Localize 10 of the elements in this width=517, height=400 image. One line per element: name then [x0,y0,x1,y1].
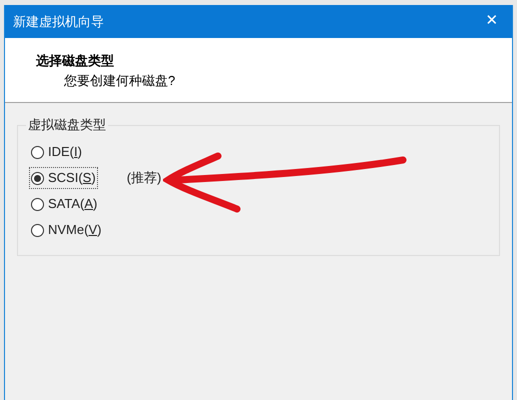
group-title: 虚拟磁盘类型 [26,117,108,133]
radio-option[interactable]: IDE(I) [30,142,83,162]
window-title: 新建虚拟机向导 [13,12,104,31]
page-subtitle: 您要创建何种磁盘? [63,72,176,90]
close-button[interactable]: ✕ [480,10,504,33]
radio-option[interactable]: SATA(A) [30,194,98,214]
page-title: 选择磁盘类型 [36,52,115,70]
radio-option[interactable]: NVMe(V) [30,220,102,240]
recommended-note: (推荐) [126,169,162,188]
radio-option[interactable]: SCSI(S) [30,168,97,188]
